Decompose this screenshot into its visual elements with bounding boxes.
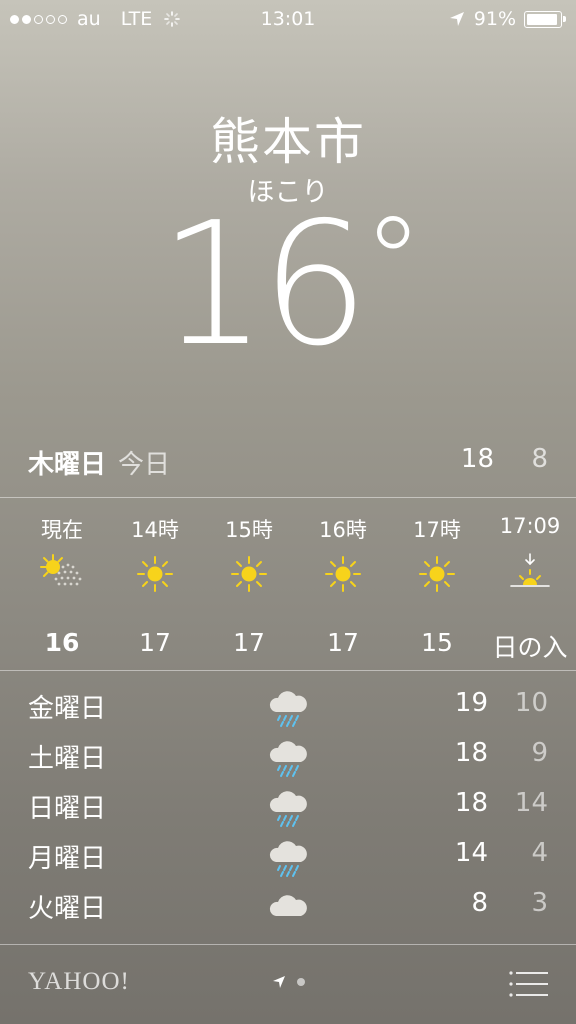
rain-cloud-icon xyxy=(269,791,307,827)
today-label: 今日 xyxy=(118,450,171,480)
hour-item: 17:09 日の入 xyxy=(484,500,576,664)
daily-weekday: 日曜日 xyxy=(28,794,107,824)
daily-high: 14 xyxy=(454,838,488,868)
today-high: 18 xyxy=(460,444,494,474)
today-row: 木曜日 今日 18 8 xyxy=(28,444,548,484)
daily-high: 8 xyxy=(471,888,488,918)
daily-high: 18 xyxy=(454,738,488,768)
hour-temp: 15 xyxy=(421,628,453,657)
footer-toolbar: YAHOO! xyxy=(0,946,576,1024)
location-arrow-icon xyxy=(449,12,464,26)
sun-icon xyxy=(391,548,483,600)
rain-cloud-icon xyxy=(269,741,307,777)
today-low: 8 xyxy=(531,444,548,474)
hour-temp: 17 xyxy=(233,628,265,657)
daily-high: 18 xyxy=(454,788,488,818)
temperature-value: 16 xyxy=(158,186,369,384)
today-weekday: 木曜日 xyxy=(28,450,107,480)
sun-dust-icon xyxy=(16,548,108,600)
hour-time: 現在 xyxy=(41,518,83,542)
hour-time: 15時 xyxy=(225,518,273,542)
list-menu-icon[interactable] xyxy=(508,970,548,998)
daily-low: 14 xyxy=(514,788,548,818)
hour-item: 14時 17 xyxy=(109,500,201,657)
daily-weekday: 土曜日 xyxy=(28,744,107,774)
hour-item: 15時 17 xyxy=(203,500,295,657)
sun-icon xyxy=(297,548,389,600)
hour-time: 14時 xyxy=(131,518,179,542)
divider-middle xyxy=(0,670,576,671)
hour-item: 17時 15 xyxy=(391,500,483,657)
divider-bottom xyxy=(0,944,576,945)
daily-row: 土曜日 18 9 xyxy=(28,730,548,780)
status-right: 91% xyxy=(448,8,566,30)
daily-low: 9 xyxy=(531,738,548,768)
daily-high: 19 xyxy=(454,688,488,718)
rain-cloud-icon xyxy=(269,691,307,727)
hour-temp: 17 xyxy=(327,628,359,657)
rain-cloud-icon xyxy=(269,841,307,877)
daily-low: 4 xyxy=(531,838,548,868)
daily-row: 月曜日 14 4 xyxy=(28,830,548,880)
daily-row: 金曜日 19 10 xyxy=(28,680,548,730)
daily-weekday: 金曜日 xyxy=(28,694,107,724)
sun-icon xyxy=(203,548,295,600)
daily-low: 10 xyxy=(514,688,548,718)
battery-percent: 91% xyxy=(473,8,516,30)
hour-temp: 17 xyxy=(139,628,171,657)
current-temperature: 16° xyxy=(0,200,576,370)
cloud-icon xyxy=(269,895,307,916)
divider-top xyxy=(0,497,576,498)
daily-weekday: 火曜日 xyxy=(28,894,107,924)
hour-item: 16時 17 xyxy=(297,500,389,657)
page-indicator[interactable] xyxy=(0,974,576,990)
hour-time: 17:09 xyxy=(499,514,561,538)
sunset-icon xyxy=(484,548,576,600)
location-arrow-icon xyxy=(273,976,285,988)
battery-icon xyxy=(524,10,566,28)
hour-temp: 日の入 xyxy=(492,633,568,662)
city-name: 熊本市 xyxy=(210,113,366,171)
page-dot xyxy=(297,978,305,986)
hour-time: 16時 xyxy=(319,518,367,542)
hour-temp: 16 xyxy=(44,628,80,657)
status-bar: au LTE 13:01 91% xyxy=(0,0,576,38)
degree-symbol: ° xyxy=(363,193,423,332)
hour-time: 17時 xyxy=(413,518,461,542)
sun-icon xyxy=(109,548,201,600)
daily-row: 日曜日 18 14 xyxy=(28,780,548,830)
daily-row: 火曜日 8 3 xyxy=(28,880,548,930)
daily-low: 3 xyxy=(531,888,548,918)
hourly-forecast[interactable]: 現在 16 14時 17 15時 17 16時 17 17時 15 17:09 … xyxy=(0,500,576,670)
hour-item: 現在 16 xyxy=(16,500,108,657)
daily-weekday: 月曜日 xyxy=(28,844,107,874)
